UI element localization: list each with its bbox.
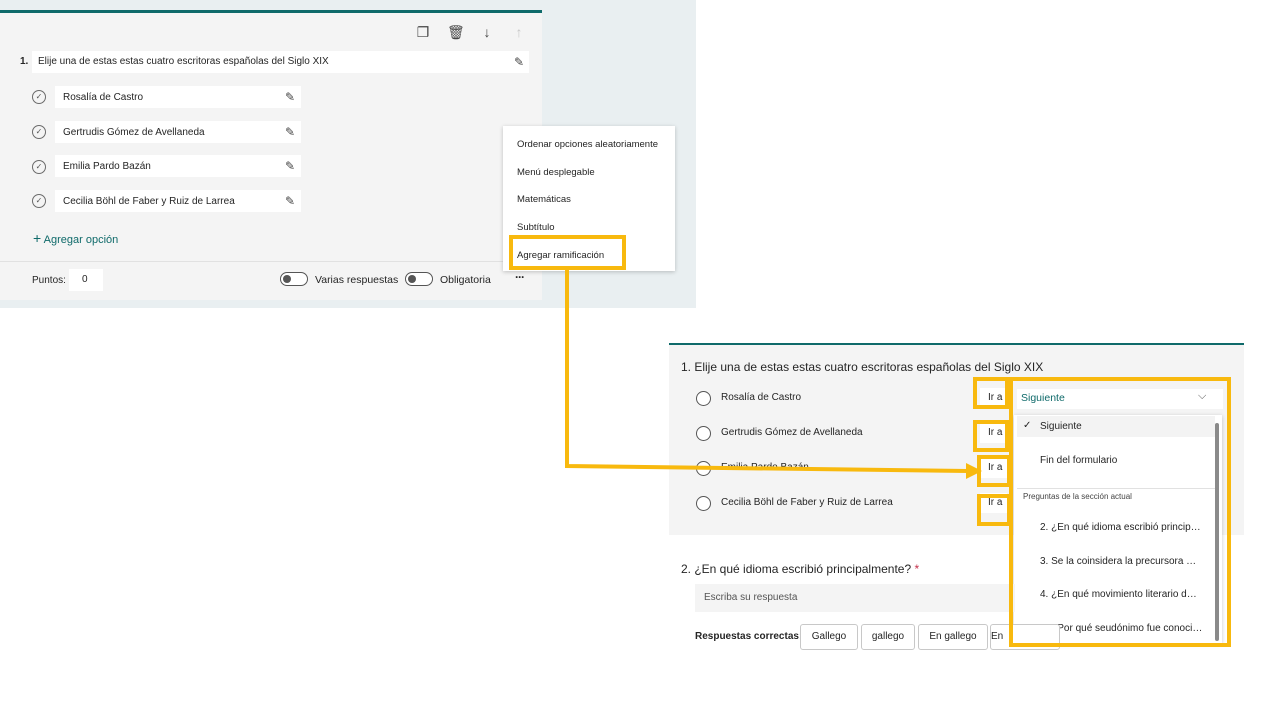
annotation-arrow bbox=[565, 270, 982, 479]
arrow-line bbox=[565, 270, 969, 473]
arrow-head bbox=[966, 463, 982, 479]
